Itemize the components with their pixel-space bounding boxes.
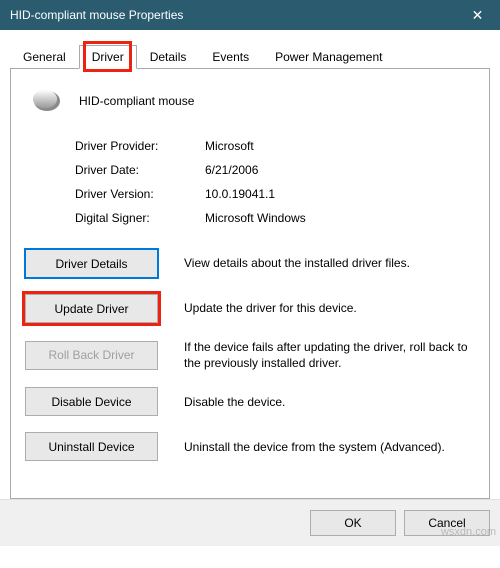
uninstall-device-button[interactable]: Uninstall Device [25, 432, 158, 461]
device-name: HID-compliant mouse [79, 94, 194, 108]
digital-signer-value: Microsoft Windows [205, 211, 475, 225]
tab-events[interactable]: Events [199, 45, 262, 69]
driver-actions: Driver Details View details about the in… [25, 249, 475, 461]
titlebar: HID-compliant mouse Properties ✕ [0, 0, 500, 30]
driver-details-description: View details about the installed driver … [184, 255, 475, 271]
driver-version-label: Driver Version: [75, 187, 205, 201]
ok-button[interactable]: OK [310, 510, 396, 536]
tab-strip-container: General Driver Details Events Power Mana… [10, 44, 490, 499]
tab-power-management[interactable]: Power Management [262, 45, 395, 69]
update-driver-description: Update the driver for this device. [184, 300, 475, 316]
driver-provider-value: Microsoft [205, 139, 475, 153]
window-title: HID-compliant mouse Properties [10, 8, 455, 22]
driver-date-value: 6/21/2006 [205, 163, 475, 177]
roll-back-driver-description: If the device fails after updating the d… [184, 339, 475, 371]
tab-strip: General Driver Details Events Power Mana… [10, 44, 490, 69]
tab-panel-driver: HID-compliant mouse Driver Provider: Mic… [10, 69, 490, 499]
watermark: wsxdn.com [441, 526, 496, 538]
uninstall-device-description: Uninstall the device from the system (Ad… [184, 439, 475, 455]
dialog-footer: OK Cancel [0, 499, 500, 546]
driver-version-value: 10.0.19041.1 [205, 187, 475, 201]
tab-general[interactable]: General [10, 45, 79, 69]
roll-back-driver-button: Roll Back Driver [25, 341, 158, 370]
disable-device-description: Disable the device. [184, 394, 475, 410]
mouse-icon [25, 83, 69, 119]
tab-details[interactable]: Details [137, 45, 200, 69]
tab-driver[interactable]: Driver [79, 45, 137, 69]
driver-info-table: Driver Provider: Microsoft Driver Date: … [75, 139, 475, 225]
device-header: HID-compliant mouse [25, 83, 475, 119]
update-driver-button[interactable]: Update Driver [25, 294, 158, 323]
close-icon: ✕ [472, 7, 484, 24]
driver-date-label: Driver Date: [75, 163, 205, 177]
close-button[interactable]: ✕ [455, 0, 500, 30]
driver-details-button[interactable]: Driver Details [25, 249, 158, 278]
disable-device-button[interactable]: Disable Device [25, 387, 158, 416]
driver-provider-label: Driver Provider: [75, 139, 205, 153]
digital-signer-label: Digital Signer: [75, 211, 205, 225]
